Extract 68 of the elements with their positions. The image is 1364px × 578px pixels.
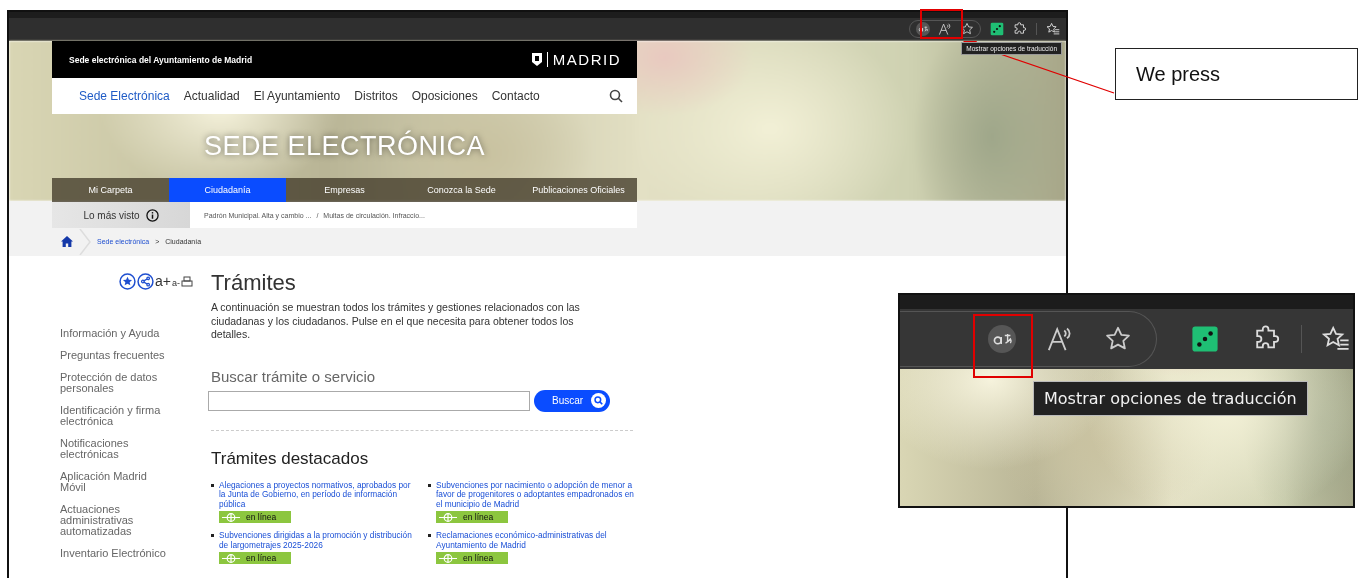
madrid-logo: MADRID — [552, 51, 621, 68]
nav-link[interactable]: Actualidad — [183, 89, 240, 103]
search-icon — [591, 393, 607, 408]
banner-title: SEDE ELECTRÓNICA — [203, 130, 486, 162]
sidebar-link[interactable]: Preguntas frecuentes — [60, 350, 170, 361]
sidebar-link[interactable]: Inventario Electrónico — [60, 548, 170, 559]
section-tab[interactable]: Conozca la Sede — [403, 178, 520, 202]
dice-app-icon[interactable] — [990, 22, 1004, 36]
nav-link[interactable]: El Ayuntamiento — [253, 89, 341, 103]
procedure-link[interactable]: Subvenciones por nacimiento o adopción de menor a favor de progenitores o adoptantes empadronados en el municipio de Madrid — [436, 480, 635, 509]
page-heading: Trámites — [211, 271, 297, 295]
chevron-icon — [79, 228, 91, 255]
most-viewed-label: Lo más visto — [83, 209, 140, 221]
bullet-icon — [211, 534, 214, 537]
highlight-frame — [973, 314, 1033, 378]
procedure-link[interactable]: Subvenciones dirigidas a la promoción y distribución de largometrajes 2025-2026 — [219, 531, 418, 550]
nav-link[interactable]: Contacto — [491, 89, 540, 103]
search-field[interactable] — [208, 390, 530, 411]
sidebar-link[interactable]: Identificación y firma electrónica — [60, 405, 170, 427]
intro-text: A continuación se muestran todos los trámites y gestiones relacionados con las ciudadanas y los ciudadanos. Pulse en el que necesita para obtener todos los detalles. — [211, 301, 581, 342]
site-title: Sede electrónica del Ayuntamiento de Madrid — [69, 54, 253, 65]
sidebar-link[interactable]: Notificaciones electrónicas — [60, 438, 170, 460]
translate-icon[interactable] — [988, 325, 1016, 353]
procedure-link[interactable]: Reclamaciones económico-administrativas del Ayuntamiento de Madrid — [436, 531, 635, 550]
search-icon[interactable] — [609, 89, 623, 103]
dice-app-icon[interactable] — [1191, 325, 1219, 353]
bullet-icon — [428, 534, 431, 537]
nav-link[interactable]: Oposiciones — [411, 89, 478, 103]
section-tab[interactable]: Empresas — [286, 178, 403, 202]
print-icon[interactable] — [181, 275, 193, 287]
favorites-list-icon[interactable] — [1046, 22, 1060, 36]
sidebar-link[interactable]: Protección de datos personales — [60, 372, 170, 394]
section-tab[interactable]: Ciudadanía — [169, 178, 286, 202]
bullet-icon — [211, 483, 214, 487]
tooltip: Mostrar opciones de traducción — [1033, 381, 1308, 416]
online-icon — [222, 553, 240, 563]
section-tab[interactable]: Mi Carpeta — [52, 178, 169, 202]
section-heading: Trámites destacados — [211, 448, 370, 469]
read-aloud-icon[interactable] — [938, 22, 952, 36]
section-tab[interactable]: Publicaciones Oficiales — [520, 178, 637, 202]
sidebar-link[interactable]: Aplicación Madrid Móvil — [60, 471, 170, 493]
online-label: en línea — [246, 553, 277, 563]
highlight-frame — [920, 9, 963, 39]
nav-link[interactable]: Distritos — [354, 89, 398, 103]
callout-text: We press — [1136, 62, 1221, 86]
online-label: en línea — [246, 512, 277, 522]
procedure-link[interactable]: Alegaciones a proyectos normativos, aprobados por la Junta de Gobierno, en período de información pública — [219, 480, 418, 509]
search-button[interactable]: Buscar — [534, 389, 611, 412]
coat-of-arms-icon — [531, 53, 542, 66]
bullet-icon — [428, 483, 431, 487]
online-label: en línea — [463, 512, 494, 522]
sidebar-link[interactable]: Información y Ayuda — [60, 328, 170, 339]
sidebar-link[interactable]: Actuaciones administrativas automatizadas — [60, 504, 170, 537]
favorites-list-icon[interactable] — [1322, 325, 1350, 353]
puzzle-icon[interactable] — [1013, 22, 1027, 36]
home-icon[interactable] — [61, 236, 73, 247]
read-aloud-icon[interactable] — [1046, 325, 1074, 353]
nav-link[interactable]: Sede Electrónica — [79, 89, 170, 103]
translate-icon[interactable] — [916, 22, 930, 36]
font-increase-link[interactable]: a+ — [155, 273, 171, 289]
share-icon[interactable] — [137, 272, 154, 290]
online-icon — [439, 512, 457, 522]
font-decrease-link[interactable]: a- — [172, 278, 180, 288]
search-label: Buscar trámite o servicio — [211, 367, 377, 385]
online-icon — [439, 553, 457, 563]
online-icon — [222, 512, 240, 522]
online-label: en línea — [463, 553, 494, 563]
info-icon[interactable] — [145, 208, 159, 222]
